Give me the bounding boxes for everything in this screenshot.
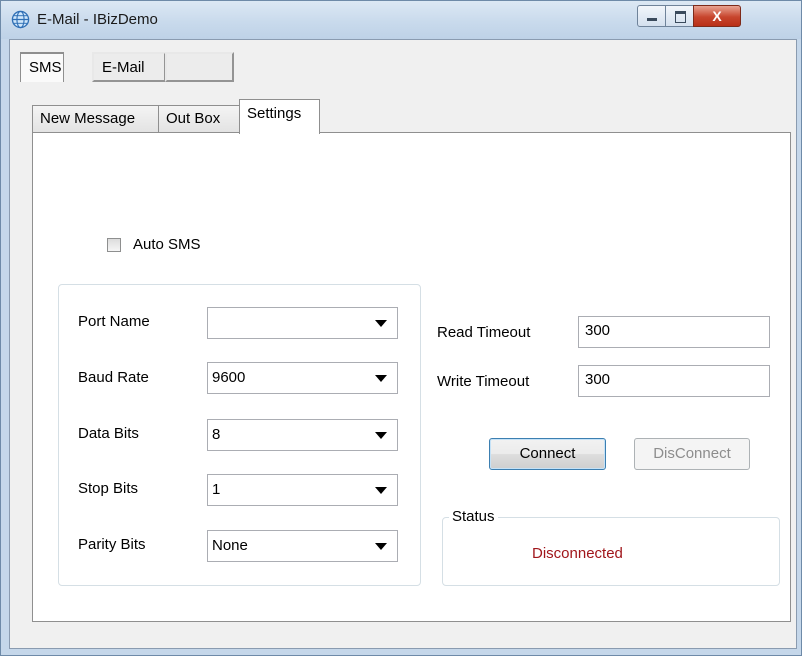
globe-icon bbox=[11, 10, 30, 29]
chevron-down-icon bbox=[375, 375, 387, 382]
baud-rate-value: 9600 bbox=[212, 369, 246, 386]
minimize-icon bbox=[647, 18, 657, 21]
settings-tab-page: Auto SMS Port Name Baud Rate 9600 Data B… bbox=[32, 132, 791, 622]
data-bits-combo[interactable]: 8 bbox=[207, 419, 398, 451]
stop-bits-value: 1 bbox=[212, 481, 221, 498]
auto-sms-label[interactable]: Auto SMS bbox=[133, 236, 201, 253]
parity-bits-combo[interactable]: None bbox=[207, 530, 398, 562]
maximize-icon bbox=[675, 11, 686, 23]
status-value: Disconnected bbox=[532, 545, 623, 562]
auto-sms-checkbox[interactable] bbox=[107, 238, 121, 252]
client-area: SMS E-Mail New Message Out Box Settings … bbox=[9, 39, 797, 649]
baud-rate-combo[interactable]: 9600 bbox=[207, 362, 398, 394]
chevron-down-icon bbox=[375, 432, 387, 439]
tab-out-box[interactable]: Out Box bbox=[158, 105, 240, 133]
tab-settings[interactable]: Settings bbox=[239, 99, 320, 134]
write-timeout-value: 300 bbox=[585, 371, 611, 388]
chevron-down-icon bbox=[375, 320, 387, 327]
stop-bits-label: Stop Bits bbox=[78, 480, 139, 497]
read-timeout-label: Read Timeout bbox=[437, 324, 531, 341]
maximize-button[interactable] bbox=[665, 5, 694, 27]
app-window: E-Mail - IBizDemo X SMS E-Mail New Messa… bbox=[0, 0, 802, 656]
data-bits-label: Data Bits bbox=[78, 425, 139, 442]
stop-bits-combo[interactable]: 1 bbox=[207, 474, 398, 506]
tab-new-message[interactable]: New Message bbox=[32, 105, 159, 133]
title-bar[interactable]: E-Mail - IBizDemo X bbox=[1, 1, 801, 39]
chevron-down-icon bbox=[375, 487, 387, 494]
write-timeout-input[interactable]: 300 bbox=[578, 365, 770, 397]
data-bits-value: 8 bbox=[212, 426, 221, 443]
tab-sms[interactable]: SMS bbox=[20, 52, 64, 82]
status-group: Status Disconnected bbox=[442, 508, 780, 586]
chevron-down-icon bbox=[375, 543, 387, 550]
tab-new-message-label: New Message bbox=[40, 110, 136, 127]
baud-rate-label: Baud Rate bbox=[78, 369, 149, 386]
tab-email-label: E-Mail bbox=[102, 59, 145, 76]
minimize-button[interactable] bbox=[637, 5, 666, 27]
port-name-label: Port Name bbox=[78, 313, 150, 330]
read-timeout-input[interactable]: 300 bbox=[578, 316, 770, 348]
close-icon: X bbox=[712, 8, 722, 24]
connect-button[interactable]: Connect bbox=[489, 438, 606, 470]
status-legend: Status bbox=[449, 508, 498, 525]
parity-bits-value: None bbox=[212, 537, 248, 554]
tab-sms-label: SMS bbox=[29, 59, 62, 76]
parity-bits-label: Parity Bits bbox=[78, 536, 146, 553]
close-button[interactable]: X bbox=[693, 5, 741, 27]
tab-email[interactable]: E-Mail bbox=[92, 52, 166, 82]
tab-out-box-label: Out Box bbox=[166, 110, 221, 127]
disconnect-button[interactable]: DisConnect bbox=[634, 438, 750, 470]
tab-blank[interactable] bbox=[165, 52, 234, 82]
window-title: E-Mail - IBizDemo bbox=[37, 11, 158, 28]
write-timeout-label: Write Timeout bbox=[437, 373, 530, 390]
tab-settings-label: Settings bbox=[247, 105, 302, 122]
port-name-combo[interactable] bbox=[207, 307, 398, 339]
read-timeout-value: 300 bbox=[585, 322, 611, 339]
